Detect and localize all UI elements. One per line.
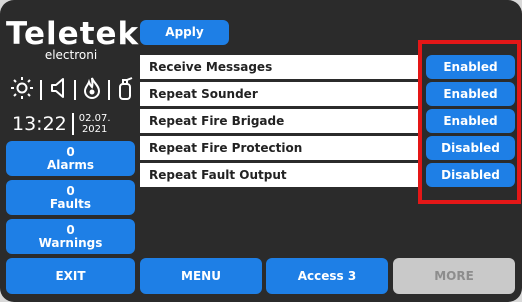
settings-state-column: Enabled Enabled Enabled Disabled Disable…: [426, 55, 515, 190]
setting-repeat-fire-protection[interactable]: Repeat Fire Protection: [140, 136, 422, 160]
extinguisher-icon: [116, 76, 134, 104]
warnings-button[interactable]: 0 Warnings: [6, 219, 135, 254]
clock-date: 02.07. 2021: [79, 113, 111, 135]
setting-receive-messages[interactable]: Receive Messages: [140, 55, 422, 79]
toggle-receive-messages[interactable]: Enabled: [426, 55, 515, 79]
menu-button[interactable]: MENU: [140, 258, 262, 294]
toggle-repeat-fault-output[interactable]: Disabled: [426, 163, 515, 187]
faults-button[interactable]: 0 Faults: [6, 180, 135, 215]
sun-icon: [10, 76, 34, 104]
warnings-count: 0: [66, 222, 75, 237]
clock: 13:22 02.07. 2021: [12, 110, 136, 138]
faults-label: Faults: [49, 196, 92, 211]
clock-separator: [71, 113, 74, 135]
settings-list: Receive Messages Repeat Sounder Repeat F…: [140, 55, 422, 190]
toggle-repeat-sounder[interactable]: Enabled: [426, 82, 515, 106]
access-level-button[interactable]: Access 3: [266, 258, 388, 294]
date-day-month: 02.07.: [78, 113, 111, 124]
warnings-label: Warnings: [38, 235, 103, 250]
alarms-button[interactable]: 0 Alarms: [6, 141, 135, 176]
alarms-label: Alarms: [46, 157, 95, 172]
setting-repeat-fire-brigade[interactable]: Repeat Fire Brigade: [140, 109, 422, 133]
faults-count: 0: [66, 183, 75, 198]
status-icons: [10, 74, 134, 106]
alarms-count: 0: [66, 144, 75, 159]
exit-button[interactable]: EXIT: [6, 258, 135, 294]
speaker-icon: [48, 76, 68, 104]
fire-icon: [82, 76, 102, 104]
apply-button[interactable]: Apply: [140, 20, 229, 45]
logo-text: Teletek: [6, 16, 140, 52]
setting-repeat-fault-output[interactable]: Repeat Fault Output: [140, 163, 422, 187]
more-button: MORE: [393, 258, 515, 294]
date-year: 2021: [81, 124, 108, 135]
icon-separator: [40, 80, 42, 100]
icon-separator: [74, 80, 76, 100]
toggle-repeat-fire-brigade[interactable]: Enabled: [426, 109, 515, 133]
brand-logo: Teletek electroni: [6, 16, 140, 61]
clock-time: 13:22: [12, 113, 67, 135]
toggle-repeat-fire-protection[interactable]: Disabled: [426, 136, 515, 160]
setting-repeat-sounder[interactable]: Repeat Sounder: [140, 82, 422, 106]
icon-separator: [108, 80, 110, 100]
panel-screen: Teletek electroni 13:22 02.07. 2021 0 Al…: [0, 0, 522, 302]
